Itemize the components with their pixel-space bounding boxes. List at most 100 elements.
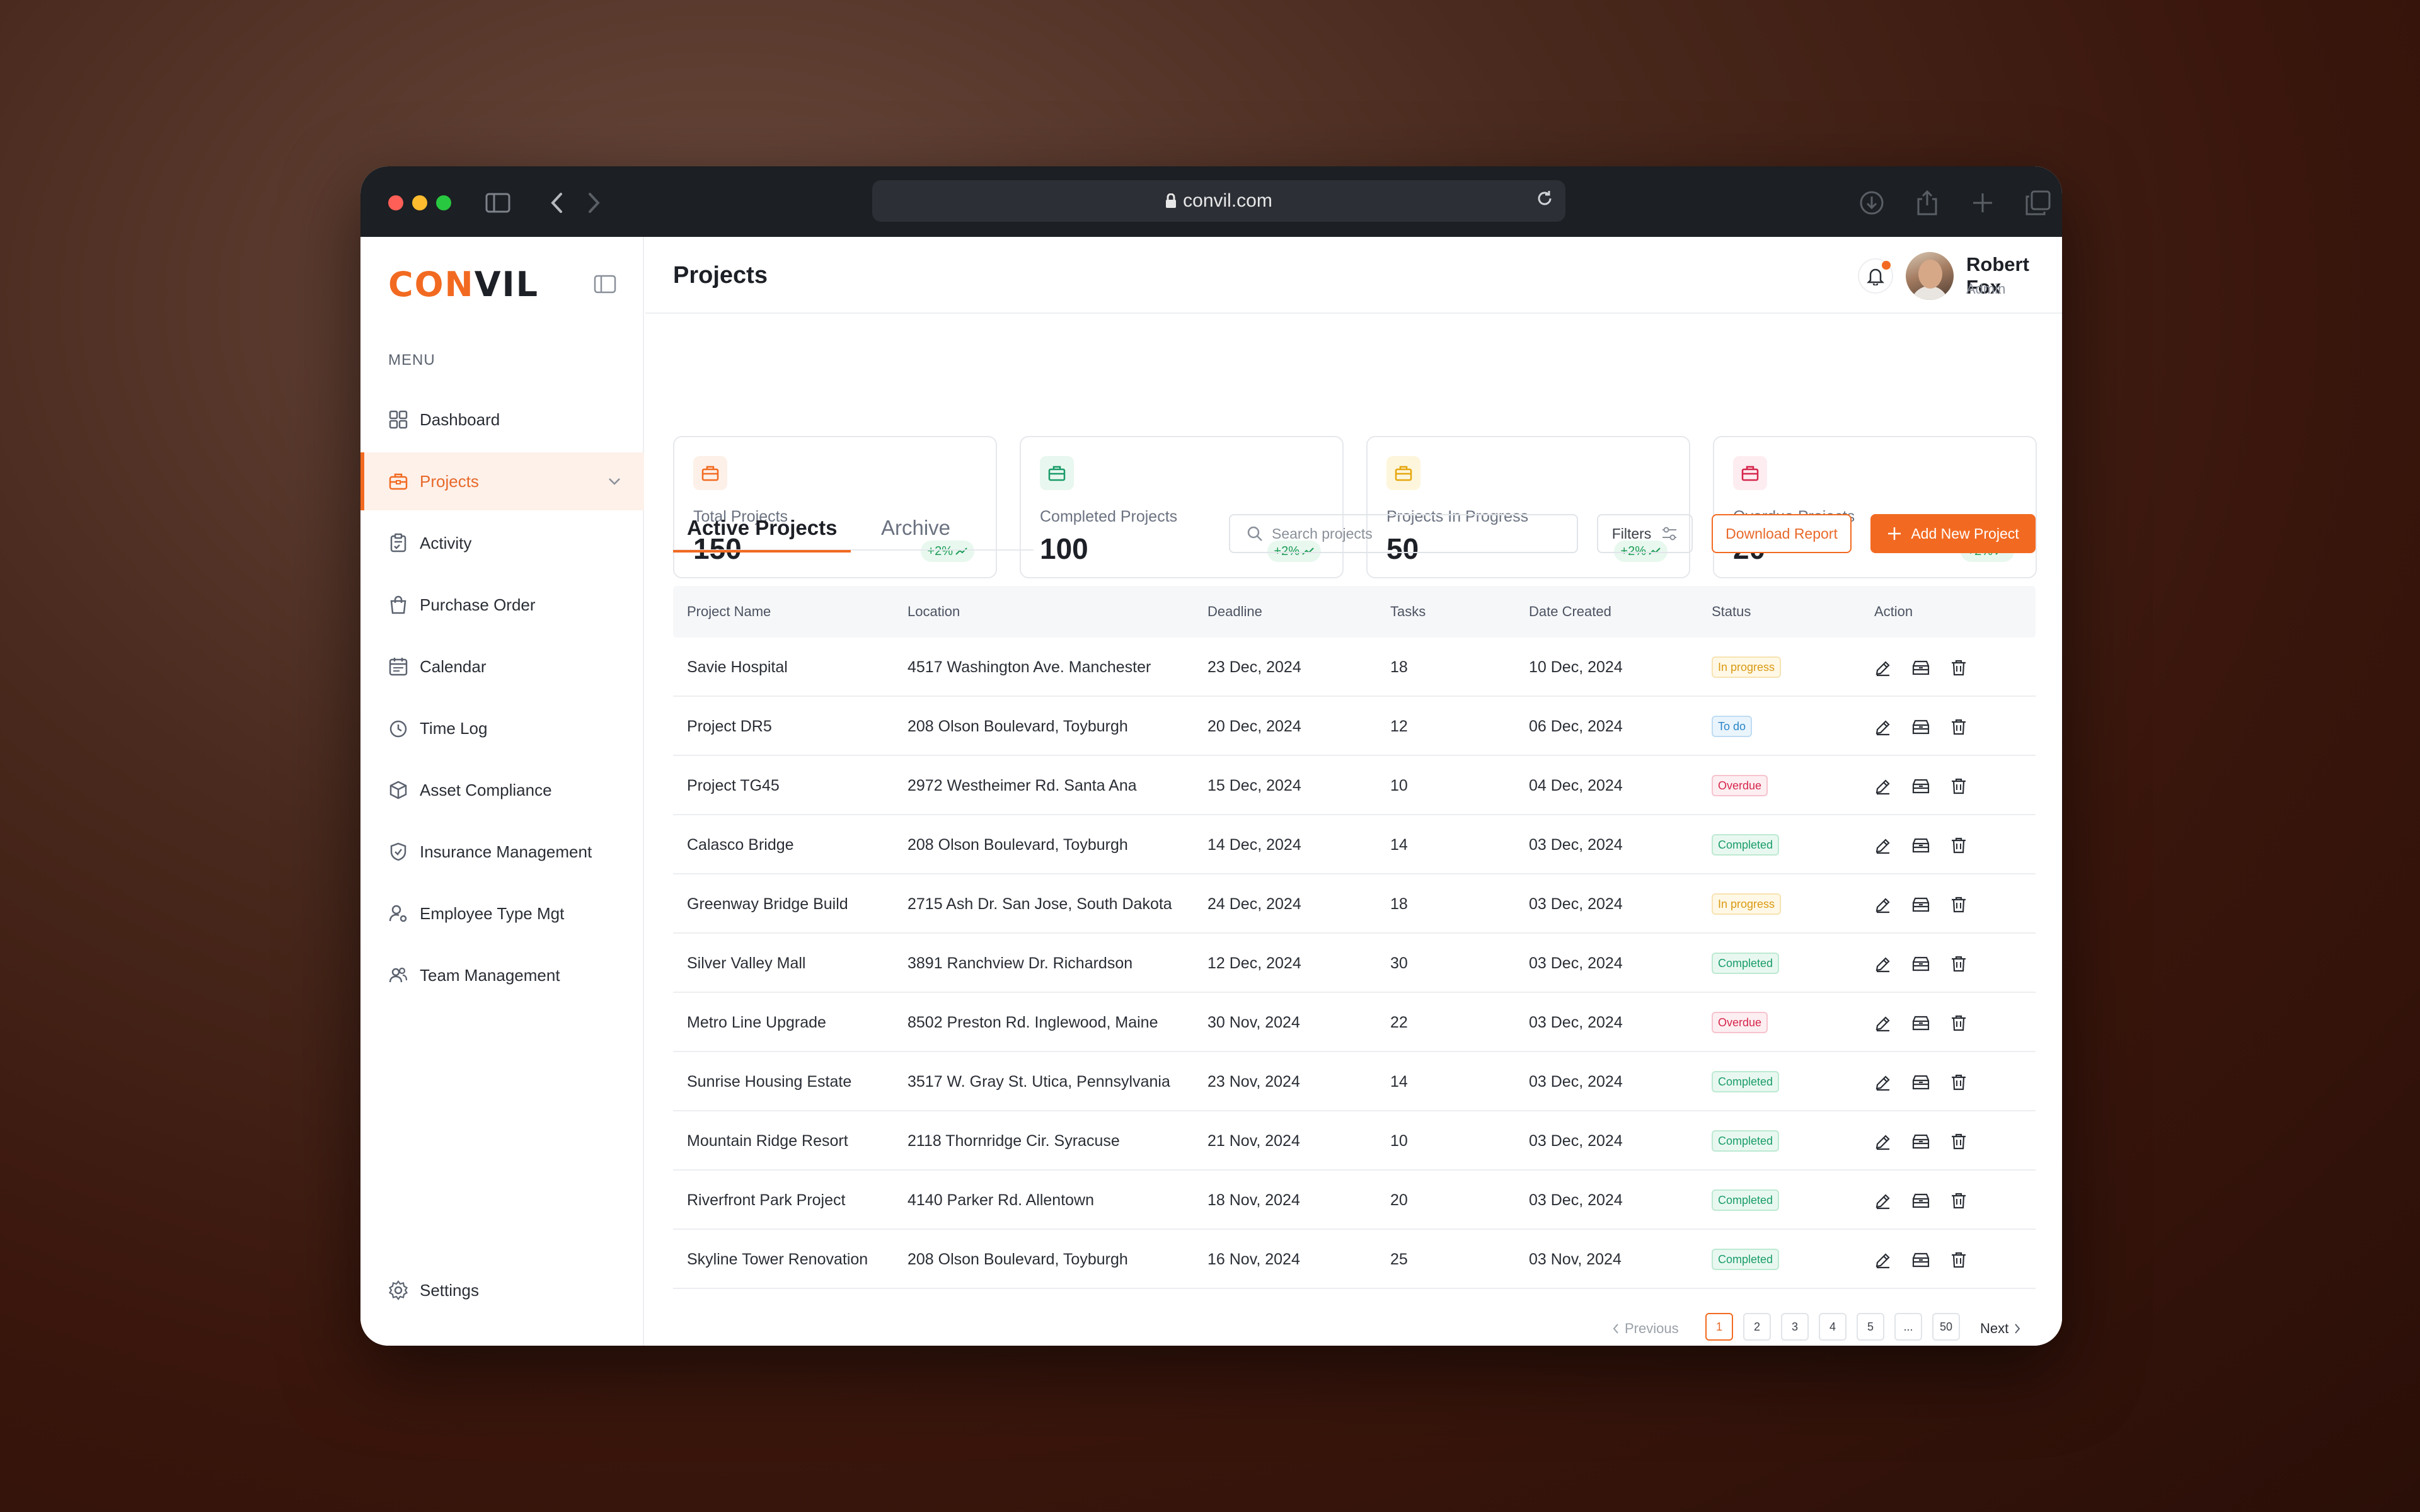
trash-icon[interactable]	[1949, 1131, 1969, 1152]
tab-overview-icon[interactable]	[2024, 189, 2052, 217]
column-header[interactable]: Date Created	[1529, 586, 1611, 638]
status-badge: Completed	[1712, 1189, 1780, 1211]
archive-icon[interactable]	[1911, 954, 1931, 974]
trash-icon[interactable]	[1949, 776, 1969, 796]
trash-icon[interactable]	[1949, 1072, 1969, 1092]
archive-icon[interactable]	[1911, 895, 1931, 915]
trash-icon[interactable]	[1949, 1013, 1969, 1033]
edit-icon[interactable]	[1873, 1131, 1893, 1152]
archive-icon[interactable]	[1911, 1013, 1931, 1033]
notifications-button[interactable]	[1858, 258, 1893, 294]
download-icon[interactable]	[1858, 189, 1886, 217]
minimize-window-button[interactable]	[412, 195, 427, 210]
column-header[interactable]: Deadline	[1207, 586, 1262, 638]
edit-icon[interactable]	[1873, 658, 1893, 678]
deadline-cell: 30 Nov, 2024	[1207, 1014, 1300, 1031]
forward-icon[interactable]	[580, 189, 608, 217]
archive-icon[interactable]	[1911, 776, 1931, 796]
header: Projects Robert Fox Admin	[645, 237, 2062, 314]
trash-icon[interactable]	[1949, 1191, 1969, 1211]
previous-page-button[interactable]: Previous	[1612, 1320, 1679, 1337]
sidebar-item-time-log[interactable]: Time Log	[360, 699, 644, 757]
trash-icon[interactable]	[1949, 1250, 1969, 1270]
clipboard-icon	[390, 533, 406, 553]
table-row[interactable]: Greenway Bridge Build 2715 Ash Dr. San Jo…	[673, 874, 2036, 934]
sidebar-item-projects[interactable]: Projects	[360, 452, 644, 510]
page-button[interactable]: 5	[1857, 1313, 1884, 1341]
column-header[interactable]: Tasks	[1390, 586, 1426, 638]
table-row[interactable]: Project TG45 2972 Westheimer Rd. Santa An…	[673, 756, 2036, 815]
back-icon[interactable]	[543, 189, 571, 217]
sidebar-toggle-icon[interactable]	[484, 189, 512, 217]
next-page-button[interactable]: Next	[1980, 1320, 2021, 1337]
archive-icon[interactable]	[1911, 1191, 1931, 1211]
page-button[interactable]: 4	[1819, 1313, 1847, 1341]
sidebar-item-calendar[interactable]: Calendar	[360, 638, 644, 696]
address-bar[interactable]: convil.com	[872, 180, 1565, 222]
edit-icon[interactable]	[1873, 1191, 1893, 1211]
project-name-cell: Savie Hospital	[687, 658, 788, 676]
table-row[interactable]: Calasco Bridge 208 Olson Boulevard, Toybu…	[673, 815, 2036, 874]
edit-icon[interactable]	[1873, 954, 1893, 974]
archive-icon[interactable]	[1911, 658, 1931, 678]
column-header[interactable]: Project Name	[687, 586, 771, 638]
convil-logo[interactable]: CONVIL	[388, 265, 539, 304]
new-tab-icon[interactable]	[1969, 189, 1997, 217]
edit-icon[interactable]	[1873, 1072, 1893, 1092]
search-input[interactable]	[1272, 525, 1562, 542]
edit-icon[interactable]	[1873, 776, 1893, 796]
table-row[interactable]: Silver Valley Mall 3891 Ranchview Dr. Ric…	[673, 934, 2036, 993]
archive-icon[interactable]	[1911, 717, 1931, 737]
trash-icon[interactable]	[1949, 895, 1969, 915]
edit-icon[interactable]	[1873, 835, 1893, 856]
table-row[interactable]: Riverfront Park Project 4140 Parker Rd. A…	[673, 1171, 2036, 1230]
table-row[interactable]: Skyline Tower Renovation 208 Olson Boulev…	[673, 1230, 2036, 1289]
archive-icon[interactable]	[1911, 1131, 1931, 1152]
table-row[interactable]: Savie Hospital 4517 Washington Ave. Manch…	[673, 638, 2036, 697]
sidebar-item-settings[interactable]: Settings	[360, 1261, 644, 1319]
table-row[interactable]: Project DR5 208 Olson Boulevard, Toyburgh…	[673, 697, 2036, 756]
collapse-sidebar-icon[interactable]	[594, 275, 616, 296]
close-window-button[interactable]	[388, 195, 403, 210]
trash-icon[interactable]	[1949, 954, 1969, 974]
sidebar-item-activity[interactable]: Activity	[360, 514, 644, 572]
tab-active-projects[interactable]: Active Projects	[673, 516, 851, 553]
column-header[interactable]: Status	[1712, 586, 1751, 638]
table-row[interactable]: Mountain Ridge Resort 2118 Thornridge Cir…	[673, 1111, 2036, 1171]
page-button[interactable]: 1	[1705, 1313, 1733, 1341]
trash-icon[interactable]	[1949, 658, 1969, 678]
column-header[interactable]: Location	[908, 586, 960, 638]
sidebar-item-asset-compliance[interactable]: Asset Compliance	[360, 761, 644, 819]
table-row[interactable]: Metro Line Upgrade 8502 Preston Rd. Ingle…	[673, 993, 2036, 1052]
archive-icon[interactable]	[1911, 1072, 1931, 1092]
chevron-down-icon[interactable]	[608, 477, 621, 486]
page-button[interactable]: 3	[1781, 1313, 1809, 1341]
edit-icon[interactable]	[1873, 717, 1893, 737]
download-report-button[interactable]: Download Report	[1712, 514, 1852, 553]
url-text: convil.com	[1183, 190, 1272, 211]
edit-icon[interactable]	[1873, 1250, 1893, 1270]
deadline-cell: 21 Nov, 2024	[1207, 1132, 1300, 1150]
sidebar-item-dashboard[interactable]: Dashboard	[360, 391, 644, 449]
filters-button[interactable]: Filters	[1597, 514, 1693, 553]
page-button[interactable]: 2	[1743, 1313, 1771, 1341]
sidebar: CONVIL MENU Dashboard Projects Activity …	[360, 237, 644, 1346]
avatar[interactable]	[1906, 252, 1954, 300]
archive-icon[interactable]	[1911, 1250, 1931, 1270]
maximize-window-button[interactable]	[436, 195, 451, 210]
tab-archive[interactable]: Archive	[867, 516, 964, 553]
sidebar-item-employee-type[interactable]: Employee Type Mgt	[360, 885, 644, 942]
add-new-project-button[interactable]: Add New Project	[1870, 514, 2036, 553]
reload-icon[interactable]	[1535, 189, 1554, 208]
table-row[interactable]: Sunrise Housing Estate 3517 W. Gray St. U…	[673, 1052, 2036, 1111]
sidebar-item-insurance-management[interactable]: Insurance Management	[360, 823, 644, 881]
share-icon[interactable]	[1913, 189, 1941, 217]
edit-icon[interactable]	[1873, 895, 1893, 915]
trash-icon[interactable]	[1949, 717, 1969, 737]
sidebar-item-purchase-order[interactable]: Purchase Order	[360, 576, 644, 634]
archive-icon[interactable]	[1911, 835, 1931, 856]
sidebar-item-team-management[interactable]: Team Management	[360, 946, 644, 1004]
page-button[interactable]: 50	[1932, 1313, 1960, 1341]
edit-icon[interactable]	[1873, 1013, 1893, 1033]
trash-icon[interactable]	[1949, 835, 1969, 856]
